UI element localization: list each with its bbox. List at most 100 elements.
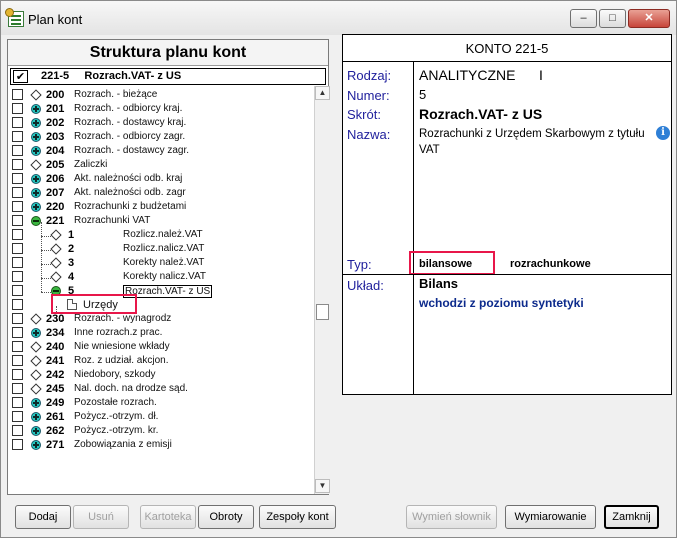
tree-row[interactable]: 200 Rozrach. - bieżące: [10, 88, 310, 102]
row-checkbox[interactable]: [12, 355, 23, 366]
account-code: 204: [46, 145, 65, 157]
expand-icon[interactable]: [31, 328, 41, 338]
leaf-account-icon: [50, 257, 62, 269]
account-tree-panel: Struktura planu kont ✔ 221-5 Rozrach.VAT…: [7, 39, 330, 495]
tree-row[interactable]: 261 Pożycz.-otrzym. dł.: [10, 410, 310, 424]
tree-row[interactable]: 242 Niedobory, szkody: [10, 368, 310, 382]
tree-row[interactable]: 1 Rozlicz.należ.VAT: [10, 228, 310, 242]
kartoteka-button[interactable]: Kartoteka: [140, 505, 196, 529]
tree-row[interactable]: 205 Zaliczki: [10, 158, 310, 172]
scroll-thumb[interactable]: [316, 304, 329, 320]
tree-row[interactable]: 230 Rozrach. - wynagrodz: [10, 312, 310, 326]
tree-row[interactable]: 204 Rozrach. - dostawcy zagr.: [10, 144, 310, 158]
expand-icon[interactable]: [31, 104, 41, 114]
tree-row[interactable]: 201 Rozrach. - odbiorcy kraj.: [10, 102, 310, 116]
row-checkbox[interactable]: [12, 131, 23, 142]
skrot-label: Skrót:: [347, 107, 381, 122]
wymiarowanie-button[interactable]: Wymiarowanie: [505, 505, 596, 529]
row-checkbox[interactable]: [12, 327, 23, 338]
row-checkbox[interactable]: [12, 341, 23, 352]
expand-icon[interactable]: [31, 412, 41, 422]
expand-icon[interactable]: [31, 188, 41, 198]
wymien-slownik-button[interactable]: Wymień słownik: [406, 505, 497, 529]
tree-row[interactable]: 4 Korekty nalicz.VAT: [10, 270, 310, 284]
checkmark-icon[interactable]: ✔: [13, 70, 28, 83]
row-checkbox[interactable]: [12, 313, 23, 324]
expand-icon[interactable]: [31, 132, 41, 142]
tree-row[interactable]: 203 Rozrach. - odbiorcy zagr.: [10, 130, 310, 144]
account-name: Rozrachunki VAT: [74, 215, 151, 226]
numer-value: 5: [419, 87, 427, 102]
info-icon[interactable]: i: [656, 126, 670, 140]
tree-row[interactable]: 234 Inne rozrach.z prac.: [10, 326, 310, 340]
tree-row[interactable]: 220 Rozrachunki z budżetami: [10, 200, 310, 214]
zespoly-kont-button[interactable]: Zespoły kont: [259, 505, 336, 529]
row-checkbox[interactable]: [12, 397, 23, 408]
row-checkbox[interactable]: [12, 201, 23, 212]
collapse-icon[interactable]: [31, 216, 41, 226]
account-name: Korekty należ.VAT: [123, 257, 205, 268]
skrot-value: Rozrach.VAT- z US: [419, 106, 543, 122]
minimize-button[interactable]: –: [570, 9, 597, 28]
maximize-button[interactable]: □: [599, 9, 626, 28]
account-detail-panel: KONTO 221-5 Rodzaj: ANALITYCZNE I Numer:…: [342, 34, 672, 395]
tree-row[interactable]: 202 Rozrach. - dostawcy kraj.: [10, 116, 310, 130]
tree-row[interactable]: 3 Korekty należ.VAT: [10, 256, 310, 270]
tree-row[interactable]: 271 Zobowiązania z emisji: [10, 438, 310, 452]
leaf-account-icon: [50, 271, 62, 283]
delete-button[interactable]: Usuń: [73, 505, 129, 529]
nazwa-label: Nazwa:: [347, 127, 391, 142]
tree-row[interactable]: 206 Akt. należności odb. kraj: [10, 172, 310, 186]
row-checkbox[interactable]: [12, 425, 23, 436]
expand-icon[interactable]: [31, 174, 41, 184]
tree-row[interactable]: 262 Pożycz.-otrzym. kr.: [10, 424, 310, 438]
account-code: 202: [46, 117, 65, 129]
close-dialog-button[interactable]: Zamknij: [604, 505, 659, 529]
tree-scrollbar[interactable]: ▲ ▼: [314, 86, 330, 494]
tree-row[interactable]: 221 Rozrachunki VAT: [10, 214, 310, 228]
account-tree[interactable]: 200 Rozrach. - bieżące 201 Rozrach. - odbi…: [10, 88, 310, 494]
expand-icon[interactable]: [31, 426, 41, 436]
tree-row[interactable]: 241 Roz. z udział. akcjon.: [10, 354, 310, 368]
account-code: 234: [46, 327, 65, 339]
row-checkbox[interactable]: [12, 229, 23, 240]
row-checkbox[interactable]: [12, 383, 23, 394]
scroll-up-button[interactable]: ▲: [315, 86, 330, 100]
tree-row[interactable]: 249 Pozostałe rozrach.: [10, 396, 310, 410]
expand-icon[interactable]: [31, 202, 41, 212]
row-checkbox[interactable]: [12, 411, 23, 422]
account-name: Korekty nalicz.VAT: [123, 271, 206, 282]
account-name: Rozrach. - odbiorcy zagr.: [74, 131, 186, 142]
tree-row[interactable]: 240 Nie wniesione wkłady: [10, 340, 310, 354]
row-checkbox[interactable]: [12, 439, 23, 450]
row-checkbox[interactable]: [12, 117, 23, 128]
row-checkbox[interactable]: [12, 103, 23, 114]
close-button[interactable]: ✕: [628, 9, 670, 28]
row-checkbox[interactable]: [12, 215, 23, 226]
row-checkbox[interactable]: [12, 299, 23, 310]
tree-row[interactable]: 245 Nal. doch. na drodze sąd.: [10, 382, 310, 396]
row-checkbox[interactable]: [12, 145, 23, 156]
title-bar[interactable]: Plan kont – □ ✕: [1, 1, 676, 35]
row-checkbox[interactable]: [12, 187, 23, 198]
row-checkbox[interactable]: [12, 243, 23, 254]
expand-icon[interactable]: [31, 398, 41, 408]
expand-icon[interactable]: [31, 146, 41, 156]
selected-account-bar[interactable]: ✔ 221-5 Rozrach.VAT- z US: [10, 68, 326, 85]
tree-row[interactable]: 207 Akt. należności odb. zagr: [10, 186, 310, 200]
account-name: Rozrach. - dostawcy zagr.: [74, 145, 190, 156]
expand-icon[interactable]: [31, 440, 41, 450]
row-checkbox[interactable]: [12, 173, 23, 184]
row-checkbox[interactable]: [12, 257, 23, 268]
row-checkbox[interactable]: [12, 369, 23, 380]
row-checkbox[interactable]: [12, 159, 23, 170]
add-button[interactable]: Dodaj: [15, 505, 71, 529]
scroll-down-button[interactable]: ▼: [315, 479, 330, 493]
tree-row[interactable]: 2 Rozlicz.nalicz.VAT: [10, 242, 310, 256]
expand-icon[interactable]: [31, 118, 41, 128]
row-checkbox[interactable]: [12, 285, 23, 296]
obroty-button[interactable]: Obroty: [198, 505, 254, 529]
row-checkbox[interactable]: [12, 89, 23, 100]
row-checkbox[interactable]: [12, 271, 23, 282]
section-separator: [343, 274, 671, 275]
